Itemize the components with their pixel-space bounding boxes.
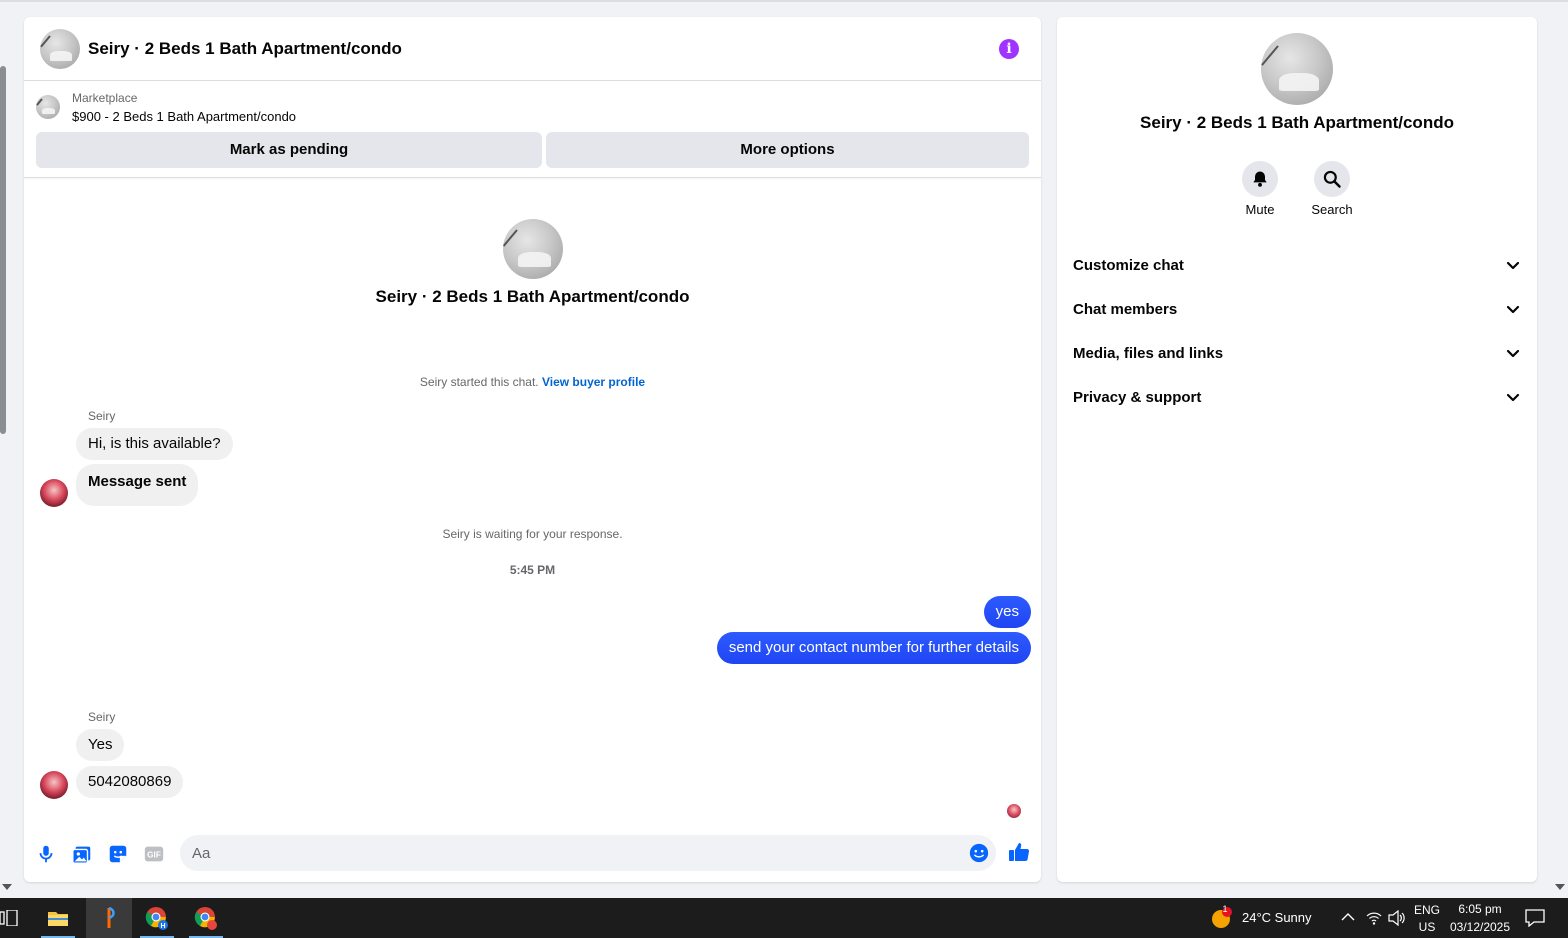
view-buyer-profile-link[interactable]: View buyer profile bbox=[542, 375, 645, 389]
more-options-button[interactable]: More options bbox=[546, 132, 1029, 168]
clock-date[interactable]: 03/12/2025 bbox=[1444, 920, 1516, 934]
gif-icon[interactable]: GIF bbox=[143, 843, 165, 865]
read-receipt-avatar bbox=[1007, 804, 1021, 818]
microphone-icon[interactable] bbox=[35, 843, 57, 865]
chevron-down-icon bbox=[1506, 305, 1520, 314]
chrome-profile-2[interactable] bbox=[186, 898, 226, 938]
mute-button[interactable] bbox=[1242, 161, 1278, 197]
chevron-down-icon bbox=[1506, 261, 1520, 270]
marketplace-thumbnail[interactable] bbox=[36, 95, 60, 119]
sender-name: Seiry bbox=[88, 710, 116, 724]
incoming-message[interactable]: Hi, is this available? bbox=[76, 428, 233, 460]
chevron-down-icon bbox=[1506, 349, 1520, 358]
incoming-message[interactable]: Message sent bbox=[76, 464, 199, 506]
search-icon bbox=[1323, 170, 1341, 188]
listing-summary[interactable]: $900 - 2 Beds 1 Bath Apartment/condo bbox=[72, 109, 296, 124]
chrome-icon: H bbox=[145, 907, 168, 930]
scroll-down-arrow[interactable] bbox=[1555, 884, 1565, 890]
outgoing-message[interactable]: send your contact number for further det… bbox=[716, 632, 1031, 664]
taskbar: H 1 24°C Sunny ENG US 6:05 pm 03/12/2025 bbox=[0, 898, 1568, 938]
message-timestamp: 5:45 PM bbox=[509, 563, 556, 577]
started-text: Seiry started this chat. bbox=[419, 375, 539, 389]
section-label: Customize chat bbox=[1073, 257, 1184, 274]
chat-info-panel: Seiry · 2 Beds 1 Bath Apartment/condo Mu… bbox=[1057, 17, 1537, 882]
listing-avatar[interactable] bbox=[40, 29, 80, 69]
section-chat-members[interactable]: Chat members bbox=[1073, 287, 1521, 331]
task-view-icon[interactable] bbox=[0, 910, 18, 926]
waiting-notice: Seiry is waiting for your response. bbox=[442, 527, 623, 541]
photo-icon[interactable] bbox=[71, 843, 93, 865]
sender-avatar[interactable] bbox=[40, 479, 68, 507]
volume-icon[interactable] bbox=[1388, 910, 1406, 926]
info-icon[interactable]: i bbox=[999, 39, 1019, 59]
network-icon[interactable] bbox=[1366, 910, 1382, 926]
sender-name: Seiry bbox=[88, 409, 116, 423]
section-label: Chat members bbox=[1073, 301, 1178, 318]
sender-avatar[interactable] bbox=[40, 771, 68, 799]
language-bottom[interactable]: US bbox=[1412, 920, 1442, 934]
like-icon[interactable] bbox=[1007, 840, 1031, 864]
chrome-profile-h[interactable]: H bbox=[137, 898, 177, 938]
top-edge bbox=[0, 0, 1568, 2]
chat-panel: Seiry · 2 Beds 1 Bath Apartment/condo i … bbox=[24, 17, 1041, 882]
conversation-avatar bbox=[503, 219, 563, 279]
bell-icon bbox=[1253, 171, 1267, 187]
sticker-icon[interactable] bbox=[107, 843, 129, 865]
chat-started-notice: Seiry started this chat. View buyer prof… bbox=[24, 375, 1041, 389]
search-button[interactable] bbox=[1314, 161, 1350, 197]
profile-avatar[interactable] bbox=[1261, 33, 1333, 105]
section-media-files-links[interactable]: Media, files and links bbox=[1073, 331, 1521, 375]
divider bbox=[24, 177, 1041, 178]
folder-icon bbox=[48, 912, 68, 926]
section-label: Privacy & support bbox=[1073, 389, 1202, 406]
weather-text[interactable]: 24°C Sunny bbox=[1242, 910, 1312, 925]
clock-time[interactable]: 6:05 pm bbox=[1446, 902, 1514, 916]
chevron-down-icon bbox=[1506, 393, 1520, 402]
incoming-message[interactable]: 5042080869 bbox=[76, 766, 184, 798]
outgoing-message[interactable]: yes bbox=[983, 596, 1031, 628]
incoming-message[interactable]: Yes bbox=[76, 729, 125, 761]
app-icon bbox=[107, 907, 115, 928]
info-title: Seiry · 2 Beds 1 Bath Apartment/condo bbox=[1140, 113, 1454, 132]
chrome-icon bbox=[194, 907, 217, 930]
svg-text:GIF: GIF bbox=[147, 851, 161, 860]
marketplace-label: Marketplace bbox=[72, 91, 138, 105]
message-input[interactable] bbox=[180, 835, 996, 871]
taskbar-app-active[interactable] bbox=[86, 898, 132, 938]
page-scrollbar[interactable] bbox=[0, 66, 6, 434]
emoji-icon[interactable] bbox=[968, 842, 990, 864]
language-top[interactable]: ENG bbox=[1412, 903, 1442, 917]
left-scroll-down-arrow[interactable] bbox=[2, 884, 12, 890]
chevron-up-icon[interactable] bbox=[1341, 912, 1355, 922]
section-label: Media, files and links bbox=[1073, 345, 1224, 362]
file-explorer-app[interactable] bbox=[38, 898, 78, 938]
chat-header: Seiry · 2 Beds 1 Bath Apartment/condo i bbox=[24, 17, 1041, 81]
notification-icon[interactable] bbox=[1525, 909, 1545, 927]
mute-label: Mute bbox=[1245, 202, 1275, 217]
weather-badge: 1 bbox=[1222, 904, 1228, 914]
mark-as-pending-button[interactable]: Mark as pending bbox=[36, 132, 542, 168]
chat-title[interactable]: Seiry · 2 Beds 1 Bath Apartment/condo bbox=[88, 39, 402, 59]
search-label: Search bbox=[1311, 202, 1353, 217]
section-privacy-support[interactable]: Privacy & support bbox=[1073, 375, 1521, 419]
conversation-title: Seiry · 2 Beds 1 Bath Apartment/condo bbox=[375, 287, 690, 306]
svg-text:H: H bbox=[160, 923, 165, 930]
section-customize-chat[interactable]: Customize chat bbox=[1073, 243, 1521, 287]
